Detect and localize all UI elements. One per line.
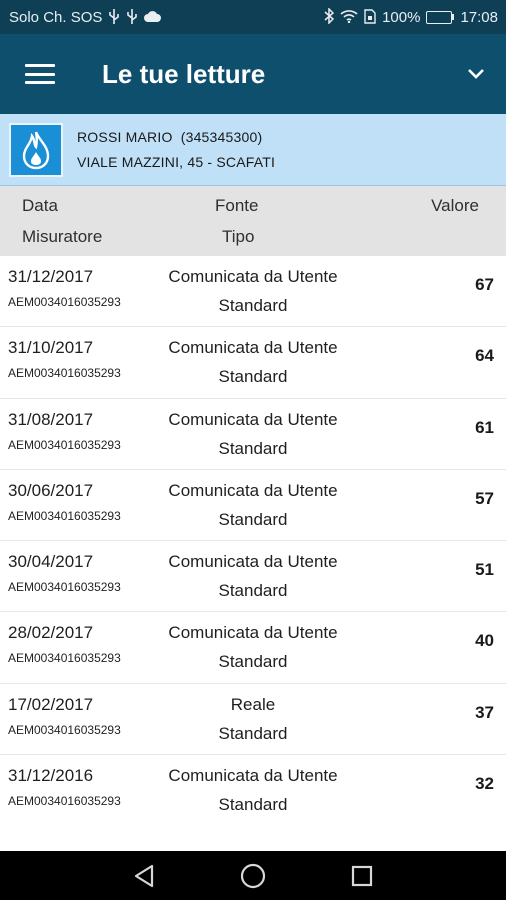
battery-icon (426, 10, 455, 24)
reading-value: 57 (475, 488, 494, 508)
reading-meter: AEM0034016035293 (8, 580, 121, 595)
customer-info: ROSSI MARIO (345345300) VIALE MAZZINI, 4… (77, 125, 275, 175)
wifi-icon (340, 9, 358, 25)
reading-type: Standard (218, 296, 288, 315)
table-header: Data Misuratore Fonte Tipo Valore (0, 186, 506, 256)
reading-source: Comunicata da Utente (168, 338, 338, 358)
header-fonte: Fonte (215, 196, 259, 215)
reading-value: 51 (475, 560, 494, 580)
reading-meter: AEM0034016035293 (8, 295, 121, 309)
reading-source: Reale (230, 694, 276, 714)
hamburger-icon (25, 64, 55, 84)
reading-value: 32 (475, 774, 494, 794)
gas-flame-logo (9, 122, 63, 177)
home-circle-icon (240, 863, 266, 888)
reading-value: 61 (475, 417, 494, 437)
reading-date: 31/08/2017 (8, 409, 94, 429)
reading-date: 31/10/2017 (8, 338, 94, 358)
usb-icon (126, 8, 138, 26)
reading-row[interactable]: 31/12/2016 AEM0034016035293 Comunicata d… (0, 755, 506, 827)
bluetooth-icon (324, 7, 335, 26)
reading-type: Standard (218, 581, 288, 601)
reading-source: Comunicata da Utente (168, 623, 338, 643)
reading-type: Standard (218, 723, 288, 743)
header-tipo: Tipo (222, 227, 255, 246)
sim-icon (364, 8, 376, 26)
reading-type: Standard (218, 652, 288, 672)
reading-row[interactable]: 31/08/2017 AEM0034016035293 Comunicata d… (0, 398, 506, 470)
page-title: Le tue letture (102, 58, 266, 89)
reading-row[interactable]: 30/04/2017 AEM0034016035293 Comunicata d… (0, 541, 506, 613)
back-triangle-icon (135, 864, 154, 887)
recents-button[interactable] (342, 856, 382, 896)
status-right: 100% 17:08 (324, 7, 498, 26)
customer-address: VIALE MAZZINI, 45 - SCAFATI (77, 153, 276, 170)
flame-icon (22, 131, 50, 169)
header-misuratore: Misuratore (22, 227, 103, 246)
dropdown-button[interactable] (446, 34, 506, 114)
reading-date: 31/12/2017 (8, 267, 94, 286)
reading-source: Comunicata da Utente (168, 552, 338, 572)
menu-button[interactable] (0, 34, 80, 114)
reading-value: 64 (475, 346, 494, 366)
clock: 17:08 (460, 8, 498, 26)
reading-row[interactable]: 31/12/2017 AEM0034016035293 Comunicata d… (0, 256, 506, 328)
home-button[interactable] (233, 856, 273, 896)
header-valore: Valore (431, 196, 479, 215)
reading-type: Standard (218, 509, 288, 529)
reading-date: 30/04/2017 (8, 552, 94, 572)
reading-type: Standard (218, 795, 288, 815)
reading-source: Comunicata da Utente (168, 267, 338, 286)
reading-value: 37 (475, 702, 494, 722)
customer-name: ROSSI MARIO (345345300) (77, 128, 263, 145)
reading-type: Standard (218, 367, 288, 387)
readings-list: 31/12/2017 AEM0034016035293 Comunicata d… (0, 256, 506, 827)
battery-percent: 100% (382, 8, 421, 26)
reading-source: Comunicata da Utente (168, 409, 338, 429)
reading-source: Comunicata da Utente (168, 480, 338, 500)
reading-date: 31/12/2016 (8, 766, 94, 786)
reading-value: 40 (475, 631, 494, 651)
cloud-icon (144, 10, 162, 24)
reading-type: Standard (218, 438, 288, 458)
recents-square-icon (351, 865, 372, 886)
reading-row[interactable]: 30/06/2017 AEM0034016035293 Comunicata d… (0, 469, 506, 542)
status-bar: Solo Ch. SOS 100% 17:08 (0, 0, 506, 34)
reading-date: 17/02/2017 (8, 694, 94, 714)
reading-meter: AEM0034016035293 (8, 722, 121, 737)
reading-row[interactable]: 28/02/2017 AEM0034016035293 Comunicata d… (0, 612, 506, 684)
reading-date: 28/02/2017 (8, 623, 94, 643)
reading-row[interactable]: 17/02/2017 AEM0034016035293 Reale Standa… (0, 683, 506, 756)
reading-meter: AEM0034016035293 (8, 794, 121, 809)
back-button[interactable] (124, 856, 164, 896)
system-nav-bar (0, 851, 506, 900)
customer-card: ROSSI MARIO (345345300) VIALE MAZZINI, 4… (0, 114, 506, 186)
reading-date: 30/06/2017 (8, 480, 94, 500)
reading-row[interactable]: 31/10/2017 AEM0034016035293 Comunicata d… (0, 327, 506, 399)
reading-meter: AEM0034016035293 (8, 508, 121, 523)
status-left: Solo Ch. SOS (9, 8, 162, 26)
reading-meter: AEM0034016035293 (8, 366, 121, 381)
app-bar: Le tue letture (0, 34, 506, 114)
reading-source: Comunicata da Utente (168, 766, 338, 786)
usb-icon (108, 8, 120, 26)
chevron-down-icon (468, 69, 484, 79)
header-data: Data (22, 196, 58, 215)
reading-meter: AEM0034016035293 (8, 651, 121, 666)
reading-value: 67 (475, 275, 494, 294)
reading-meter: AEM0034016035293 (8, 437, 121, 452)
carrier-label: Solo Ch. SOS (9, 8, 103, 26)
